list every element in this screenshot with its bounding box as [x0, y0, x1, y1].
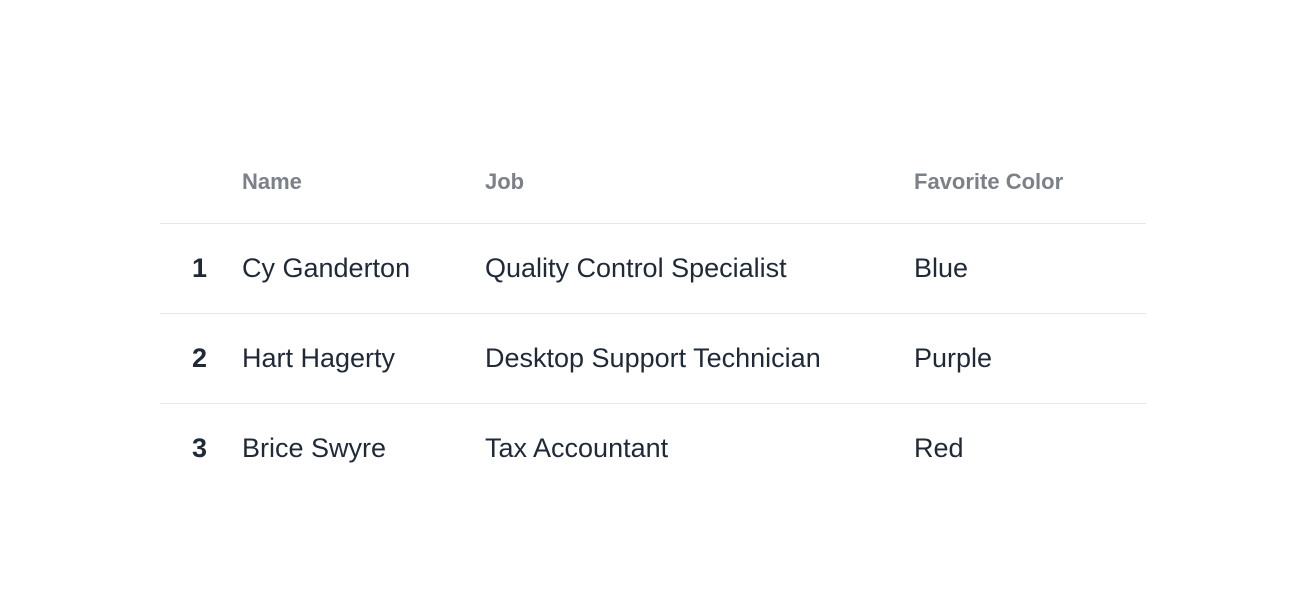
cell-favorite-color: Red: [914, 433, 964, 463]
table-row: 3 Brice Swyre Tax Accountant Red: [160, 404, 1146, 494]
cell-job: Tax Accountant: [485, 433, 669, 463]
cell-favorite-color: Blue: [914, 223, 1146, 314]
cell-job: Quality Control Specialist: [485, 223, 914, 314]
cell-name: Hart Hagerty: [242, 313, 485, 404]
header-name: Name: [242, 142, 485, 224]
header-index: [160, 142, 242, 224]
row-index: 2: [160, 313, 242, 404]
cell-name: Brice Swyre: [242, 433, 387, 463]
header-job: Job: [485, 142, 914, 224]
data-table: Name Job Favorite Color 1 Cy Ganderton Q…: [160, 142, 1146, 493]
data-table-container: Name Job Favorite Color 1 Cy Ganderton Q…: [160, 142, 1146, 493]
row-index: 3: [192, 433, 208, 463]
table-row: 1 Cy Ganderton Quality Control Specialis…: [160, 223, 1146, 314]
table-body: 1 Cy Ganderton Quality Control Specialis…: [160, 223, 1146, 494]
table-header-row: Name Job Favorite Color: [160, 142, 1146, 224]
cell-favorite-color: Purple: [914, 313, 1146, 404]
header-favorite-color: Favorite Color: [914, 142, 1146, 224]
cell-job: Desktop Support Technician: [485, 313, 914, 404]
table-row: 2 Hart Hagerty Desktop Support Technicia…: [160, 313, 1146, 404]
row-index: 1: [160, 223, 242, 314]
table-header: Name Job Favorite Color: [160, 142, 1146, 224]
cell-name: Cy Ganderton: [242, 223, 485, 314]
